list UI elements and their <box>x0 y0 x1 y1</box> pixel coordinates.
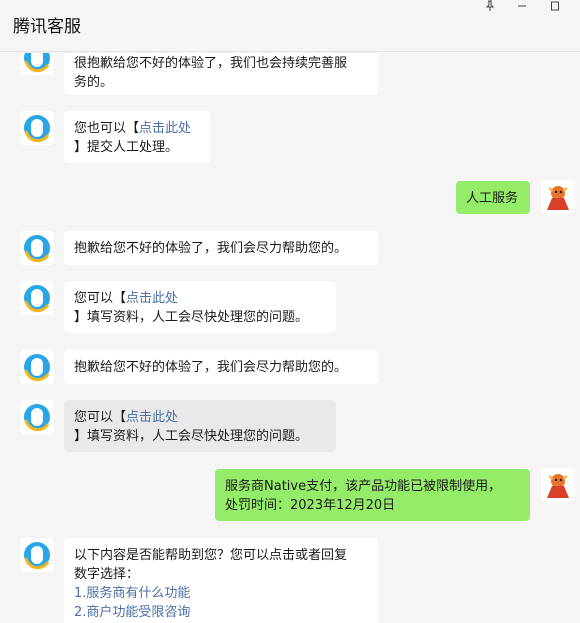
support-avatar <box>20 111 54 145</box>
message-text: 您也可以【 <box>74 121 140 136</box>
support-avatar <box>20 53 54 75</box>
message-bubble: 您也可以【点击此处 】提交人工处理。 <box>64 111 210 163</box>
message-text: 】提交人工处理。 <box>74 140 179 155</box>
message-text: 务的。 <box>74 75 114 90</box>
minimize-icon[interactable] <box>513 0 531 12</box>
message-text: 服务商Native支付，该产品功能已被限制使用， <box>225 479 502 494</box>
outgoing-message-bubble: 服务商Native支付，该产品功能已被限制使用， 处罚时间：2023年12月20… <box>215 469 530 521</box>
message-text: 处罚时间：2023年12月20日 <box>225 498 396 513</box>
user-avatar <box>541 468 575 502</box>
click-here-link[interactable]: 点击此处 <box>126 410 178 425</box>
message-text: 数字选择： <box>74 567 140 582</box>
message-text: 】填写资料，人工会尽快处理您的问题。 <box>74 310 309 325</box>
message-text: 您可以【 <box>74 291 127 306</box>
support-avatar <box>20 281 54 315</box>
message-bubble: 您可以【点击此处 】填写资料，人工会尽快处理您的问题。 <box>64 400 336 452</box>
message-bubble: 抱歉给您不好的体验了，我们会尽力帮助您的。 <box>64 231 378 265</box>
message-text: 】填写资料，人工会尽快处理您的问题。 <box>74 429 309 444</box>
support-avatar <box>20 350 54 384</box>
window-title: 腾讯客服 <box>13 17 81 37</box>
message-bubble: 以下内容是否能帮助到您？您可以点击或者回复 数字选择： 1.服务商有什么功能 2… <box>64 538 378 623</box>
support-avatar <box>20 538 54 572</box>
message-text: 很抱歉给您不好的体验了，我们也会持续完善服 <box>74 56 348 71</box>
maximize-icon[interactable] <box>546 0 564 12</box>
option-link[interactable]: 1.服务商有什么功能 <box>74 584 368 603</box>
support-avatar <box>20 400 54 434</box>
chat-area[interactable]: 很抱歉给您不好的体验了，我们也会持续完善服 务的。 您也可以【点击此处 】提交人… <box>0 53 580 623</box>
click-here-link[interactable]: 点击此处 <box>139 121 191 136</box>
outgoing-message-bubble: 人工服务 <box>456 181 530 214</box>
message-bubble: 很抱歉给您不好的体验了，我们也会持续完善服 务的。 <box>64 53 378 95</box>
option-link[interactable]: 2.商户功能受限咨询 <box>74 603 368 622</box>
message-text: 抱歉给您不好的体验了，我们会尽力帮助您的。 <box>74 360 348 375</box>
message-text: 人工服务 <box>466 191 519 206</box>
title-bar: 腾讯客服 <box>0 0 580 52</box>
click-here-link[interactable]: 点击此处 <box>126 291 178 306</box>
message-bubble: 您可以【点击此处 】填写资料，人工会尽快处理您的问题。 <box>64 281 336 333</box>
message-text: 您可以【 <box>74 410 127 425</box>
message-text: 抱歉给您不好的体验了，我们会尽力帮助您的。 <box>74 241 348 256</box>
message-text: 以下内容是否能帮助到您？您可以点击或者回复 <box>74 548 348 563</box>
pin-icon[interactable] <box>481 0 499 12</box>
support-avatar <box>20 231 54 265</box>
user-avatar <box>541 180 575 214</box>
message-bubble: 抱歉给您不好的体验了，我们会尽力帮助您的。 <box>64 350 378 384</box>
